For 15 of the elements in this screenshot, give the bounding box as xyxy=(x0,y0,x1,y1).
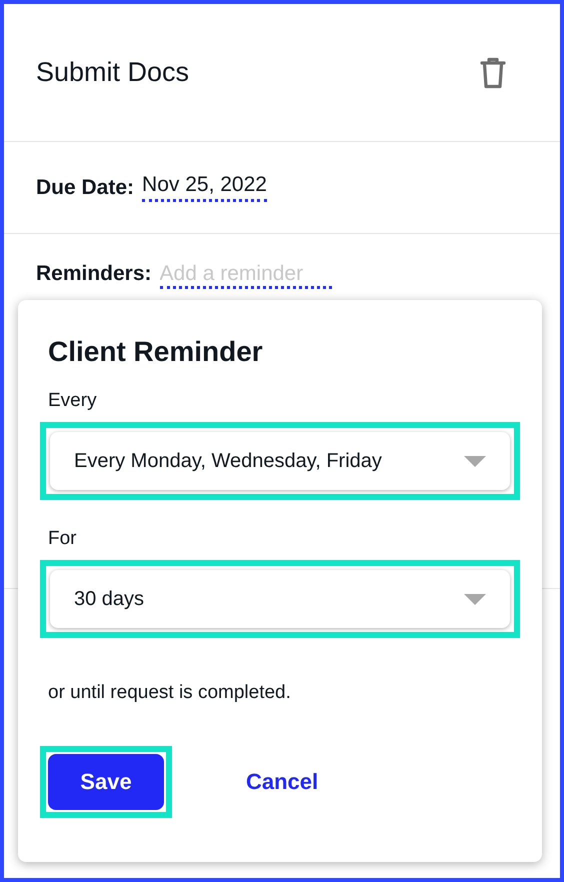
dropdown[interactable]: 30 days xyxy=(50,570,510,628)
select-label: Every xyxy=(48,390,98,412)
dialog-title: Client Reminder xyxy=(48,336,264,368)
date-value[interactable]: Nov 25, 2022 xyxy=(142,173,267,202)
field-label: Reminders: xyxy=(36,262,152,286)
trash-icon[interactable] xyxy=(478,56,508,90)
dropdown[interactable]: Every Monday, Wednesday, Friday xyxy=(50,432,510,490)
save-button[interactable]: Save xyxy=(48,754,164,810)
select-label: For xyxy=(48,528,78,550)
caret-icon xyxy=(464,594,486,604)
note-text: or until request is completed. xyxy=(48,682,292,704)
task-title: Submit Docs xyxy=(36,57,190,88)
caret-icon xyxy=(464,456,486,466)
cancel-link[interactable]: Cancel xyxy=(242,761,322,803)
field-label: Due Date: xyxy=(36,176,134,200)
